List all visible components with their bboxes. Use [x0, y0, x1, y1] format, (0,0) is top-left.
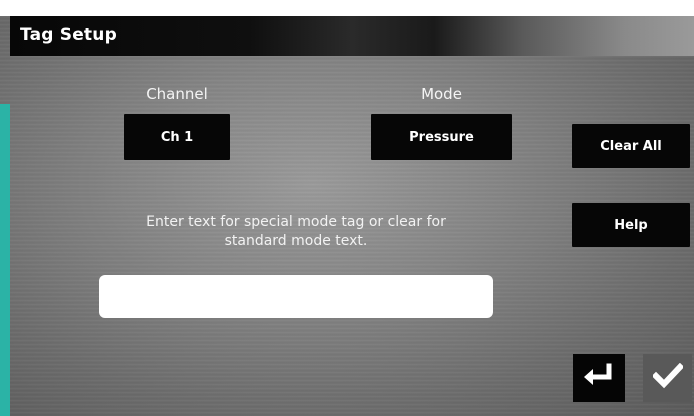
help-button[interactable]: Help: [572, 203, 690, 247]
tag-text-input[interactable]: [99, 275, 493, 318]
instructions-text: Enter text for special mode tag or clear…: [98, 213, 494, 251]
mode-label: Mode: [421, 85, 462, 103]
mode-button[interactable]: Pressure: [371, 114, 512, 160]
instructions-line-2: standard mode text.: [224, 233, 368, 249]
confirm-button[interactable]: [643, 354, 692, 402]
title-bar: Tag Setup: [10, 16, 694, 56]
back-button[interactable]: [573, 354, 625, 402]
channel-label: Channel: [146, 85, 208, 103]
clear-all-button[interactable]: Clear All: [572, 124, 690, 168]
page-title: Tag Setup: [20, 25, 117, 45]
return-arrow-icon: [582, 363, 616, 393]
accent-bar: [0, 104, 10, 416]
top-margin: [0, 0, 694, 16]
checkmark-icon: [651, 362, 684, 393]
instructions-line-1: Enter text for special mode tag or clear…: [146, 214, 446, 230]
channel-button[interactable]: Ch 1: [124, 114, 230, 160]
